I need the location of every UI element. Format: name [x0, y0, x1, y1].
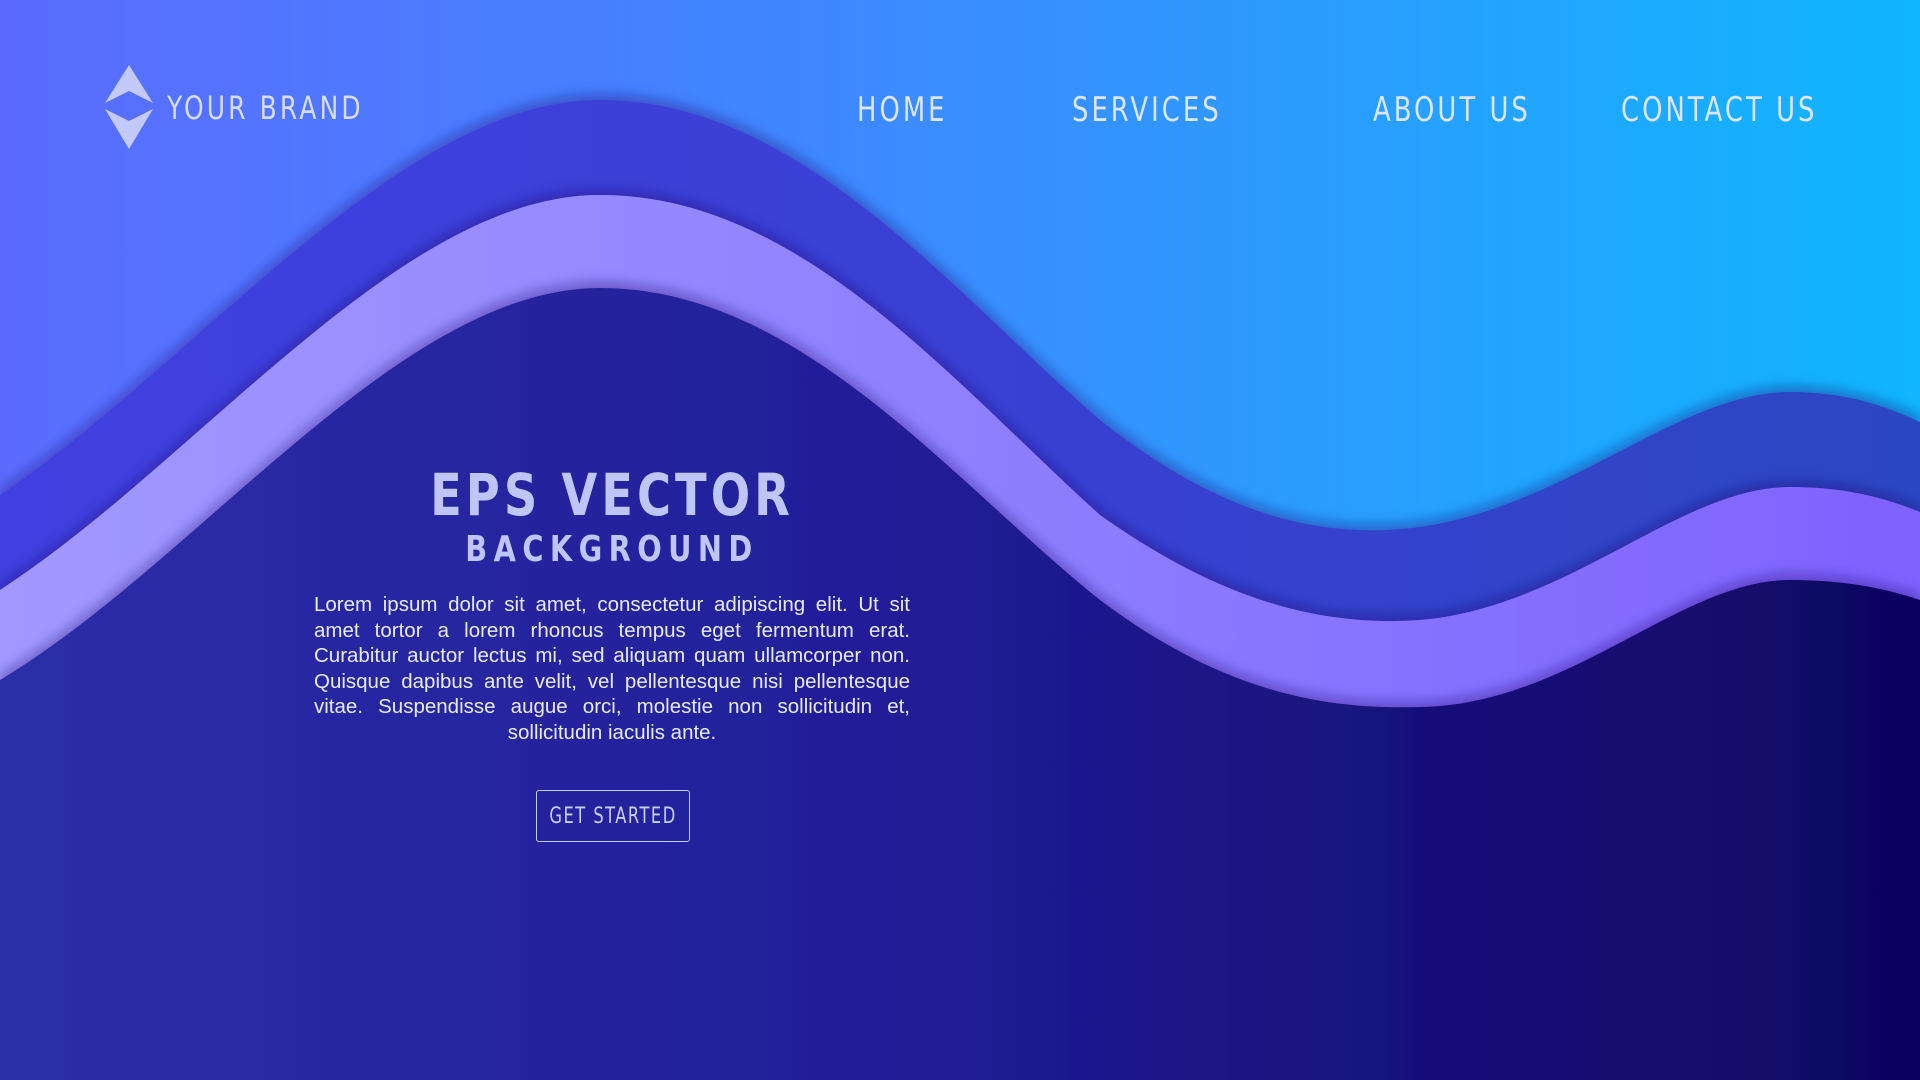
nav-item-home[interactable]: HOME [857, 90, 948, 130]
main-nav: HOME SERVICES ABOUT US CONTACT US [0, 90, 1920, 130]
nav-item-contact-us[interactable]: CONTACT US [1621, 90, 1817, 130]
nav-item-about-us[interactable]: ABOUT US [1373, 90, 1531, 130]
get-started-button[interactable]: GET STARTED [536, 790, 690, 842]
get-started-label: GET STARTED [549, 803, 677, 829]
wave-background [0, 0, 1920, 1080]
hero-body-text: Lorem ipsum dolor sit amet, consectetur … [314, 593, 910, 744]
landing-page: YOUR BRAND HOME SERVICES ABOUT US CONTAC… [0, 0, 1920, 1080]
hero-subtitle: BACKGROUND [465, 529, 759, 570]
hero-section: EPS VECTOR BACKGROUND Lorem ipsum dolor … [312, 462, 912, 745]
hero-title: EPS VECTOR [430, 461, 794, 529]
nav-item-services[interactable]: SERVICES [1072, 90, 1222, 130]
